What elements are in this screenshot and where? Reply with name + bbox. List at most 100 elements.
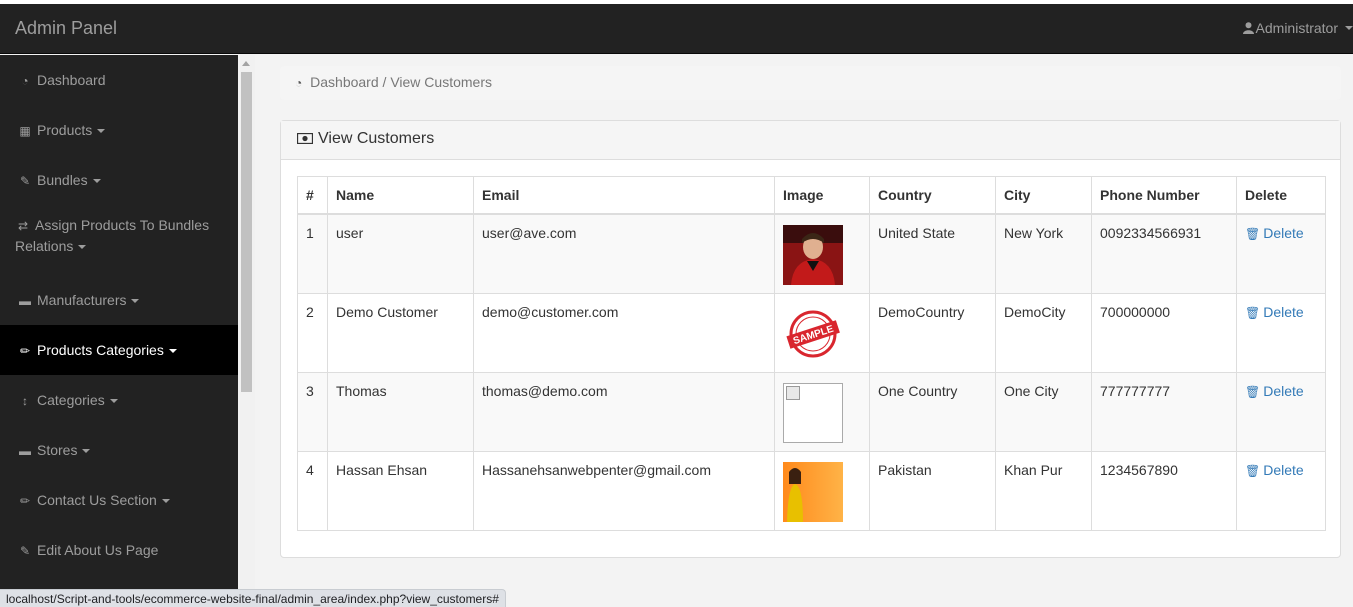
- breadcrumb-current: View Customers: [390, 74, 492, 90]
- cell-phone: 777777777: [1091, 371, 1237, 452]
- delete-link[interactable]: 🗑 Delete: [1245, 304, 1304, 320]
- header-country: Country: [869, 176, 996, 215]
- table-icon: ▦: [19, 124, 31, 138]
- customer-photo: [783, 224, 843, 285]
- sidebar-item-label: Edit About Us Page: [37, 542, 159, 558]
- sidebar-item-bundles[interactable]: ✎ Bundles: [0, 155, 238, 205]
- pencil-icon: ✏: [19, 344, 31, 358]
- panel-heading: View Customers: [281, 121, 1340, 160]
- table-row: 2 Demo Customer demo@customer.com SAMPLE…: [297, 292, 1326, 373]
- table-row: 3 Thomas thomas@demo.com One Country One…: [297, 371, 1326, 452]
- pencil-icon: ✏: [19, 494, 31, 508]
- arrows-v-icon: ↕: [22, 394, 28, 408]
- sidebar-item-dashboard[interactable]: ◔ Dashboard: [0, 55, 238, 105]
- cell-image: [774, 450, 870, 531]
- cell-delete: 🗑 Delete: [1236, 371, 1326, 452]
- cell-image: SAMPLE: [774, 292, 870, 373]
- sidebar-item-assign-products[interactable]: ⇄ Assign Products To Bundles Relations: [0, 205, 238, 275]
- sidebar-item-products[interactable]: ▦ Products: [0, 105, 238, 155]
- cell-num: 2: [297, 292, 328, 373]
- delete-label: Delete: [1263, 382, 1304, 399]
- chevron-down-icon: [161, 499, 170, 504]
- cell-num: 1: [297, 213, 328, 294]
- customers-table: # Name Email Image Country City Phone Nu…: [297, 176, 1326, 531]
- user-icon: [1242, 22, 1254, 34]
- cell-name: user: [327, 213, 474, 294]
- cell-num: 3: [297, 371, 328, 452]
- header-delete: Delete: [1236, 176, 1326, 215]
- table-row: 4 Hassan Ehsan Hassanehsanwebpenter@gmai…: [297, 450, 1326, 531]
- cell-city: Khan Pur: [995, 450, 1092, 531]
- cell-email: Hassanehsanwebpenter@gmail.com: [473, 450, 775, 531]
- customers-panel: View Customers # Name Email Image Countr…: [280, 120, 1341, 558]
- trash-icon: 🗑: [1245, 463, 1261, 478]
- status-bar-url: localhost/Script-and-tools/ecommerce-web…: [0, 589, 506, 607]
- delete-link[interactable]: 🗑 Delete: [1245, 462, 1304, 478]
- user-menu-label: Administrator: [1255, 20, 1338, 36]
- sidebar: ◔ Dashboard ▦ Products ✎ Bundles ⇄ Assign Pr…: [0, 55, 238, 607]
- chevron-down-icon: [1345, 26, 1353, 30]
- cell-name: Thomas: [327, 371, 474, 452]
- customer-photo: [783, 461, 843, 522]
- cell-num: 4: [297, 450, 328, 531]
- panel-title: View Customers: [318, 130, 435, 147]
- delete-link[interactable]: 🗑 Delete: [1245, 383, 1304, 399]
- briefcase-icon: ▬: [19, 444, 31, 458]
- chevron-down-icon: [97, 129, 106, 134]
- sidebar-item-label: Bundles: [37, 172, 88, 188]
- dashboard-icon: ◔: [21, 74, 29, 88]
- trash-icon: 🗑: [1245, 384, 1261, 399]
- chevron-down-icon: [168, 349, 177, 354]
- cell-phone: 0092334566931: [1091, 213, 1237, 294]
- delete-label: Delete: [1263, 224, 1304, 241]
- sidebar-item-label: Products: [37, 122, 93, 138]
- cell-email: demo@customer.com: [473, 292, 775, 373]
- delete-label: Delete: [1263, 461, 1304, 478]
- sidebar-item-contact-us[interactable]: ✏ Contact Us Section: [0, 475, 238, 525]
- edit-icon: ✎: [19, 174, 31, 188]
- sidebar-item-label: Contact Us Section: [37, 492, 157, 508]
- header-phone: Phone Number: [1091, 176, 1237, 215]
- chevron-down-icon: [131, 299, 140, 304]
- sidebar-item-edit-about[interactable]: ✎ Edit About Us Page: [0, 525, 238, 575]
- edit-icon: ✎: [19, 544, 31, 558]
- header-city: City: [995, 176, 1092, 215]
- cell-country: United State: [869, 213, 996, 294]
- brand-title[interactable]: Admin Panel: [15, 18, 117, 39]
- money-icon: [296, 132, 314, 145]
- cell-email: thomas@demo.com: [473, 371, 775, 452]
- breadcrumb-home[interactable]: Dashboard: [310, 74, 379, 90]
- cell-city: New York: [995, 213, 1092, 294]
- chevron-down-icon: [92, 179, 101, 184]
- header-num: #: [297, 176, 328, 215]
- sidebar-item-stores[interactable]: ▬ Stores: [0, 425, 238, 475]
- trash-icon: 🗑: [1245, 226, 1261, 241]
- cell-delete: 🗑 Delete: [1236, 450, 1326, 531]
- sidebar-scrollbar[interactable]: [238, 55, 255, 607]
- header-email: Email: [473, 176, 775, 215]
- delete-link[interactable]: 🗑 Delete: [1245, 225, 1304, 241]
- cell-image: [774, 213, 870, 294]
- chevron-down-icon: [78, 245, 87, 250]
- sidebar-item-categories[interactable]: ↕ Categories: [0, 375, 238, 425]
- sidebar-item-manufacturers[interactable]: ▬ Manufacturers: [0, 275, 238, 325]
- trash-icon: 🗑: [1245, 305, 1261, 320]
- cell-image: [774, 371, 870, 452]
- chevron-down-icon: [109, 399, 118, 404]
- sidebar-item-label: Dashboard: [37, 72, 106, 88]
- breadcrumb-separator: /: [382, 74, 387, 90]
- retweet-icon: ⇄: [17, 219, 29, 233]
- scroll-up-icon[interactable]: [242, 61, 250, 66]
- cell-city: DemoCity: [995, 292, 1092, 373]
- cell-email: user@ave.com: [473, 213, 775, 294]
- scroll-thumb[interactable]: [241, 72, 252, 392]
- cell-country: DemoCountry: [869, 292, 996, 373]
- broken-image-icon: [783, 382, 843, 443]
- sidebar-item-products-categories[interactable]: ✏ Products Categories: [0, 325, 238, 375]
- sidebar-item-label: Stores: [37, 442, 78, 458]
- cell-city: One City: [995, 371, 1092, 452]
- user-menu[interactable]: Administrator: [1242, 20, 1353, 36]
- sidebar-item-label: Products Categories: [37, 342, 164, 358]
- cell-phone: 700000000: [1091, 292, 1237, 373]
- header-image: Image: [774, 176, 870, 215]
